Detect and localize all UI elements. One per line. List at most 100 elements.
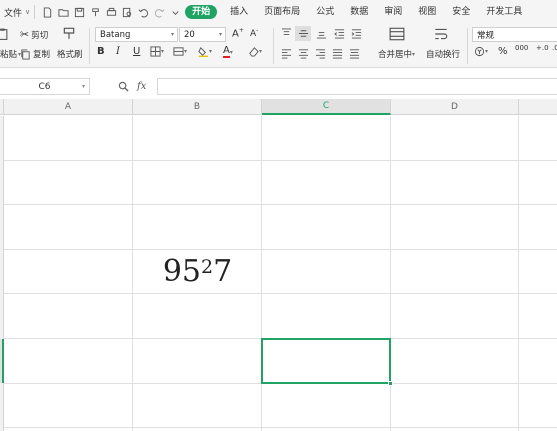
gridline xyxy=(4,160,557,161)
number-format-select[interactable]: 常规 xyxy=(472,27,557,42)
cell-b5[interactable]: 95 2 7 xyxy=(134,249,261,293)
cell-b5-base: 95 xyxy=(162,253,201,289)
name-box[interactable]: C6 ▾ xyxy=(0,78,90,95)
tab-data[interactable]: 数据 xyxy=(342,0,376,24)
customize-icon[interactable] xyxy=(168,4,183,20)
menu-bar: 文件 ∨ 开始 插入 页面布局 公式 数据 审阅 视图 安全 开发工具 xyxy=(0,0,557,24)
save-icon[interactable] xyxy=(72,4,87,20)
thousands-separator-button[interactable]: 000 xyxy=(515,44,528,52)
formula-input[interactable] xyxy=(157,78,557,95)
decrease-font-size-icon[interactable]: A- xyxy=(250,27,258,39)
tab-home[interactable]: 开始 xyxy=(185,5,218,19)
bold-button[interactable]: B xyxy=(97,46,105,57)
file-menu[interactable]: 文件 ∨ xyxy=(0,0,30,24)
chevron-down-icon: ▾ xyxy=(412,50,416,58)
chevron-down-icon: ▾ xyxy=(161,48,165,55)
format-painter-button[interactable] xyxy=(62,26,76,40)
formula-tools: fx xyxy=(118,78,146,95)
underline-button[interactable]: U xyxy=(133,46,140,57)
indent-increase-button[interactable] xyxy=(351,28,362,39)
copy-button[interactable]: 复制 xyxy=(20,48,50,60)
tab-security[interactable]: 安全 xyxy=(444,0,478,24)
align-bottom-button[interactable] xyxy=(316,28,327,39)
tab-page-layout[interactable]: 页面布局 xyxy=(256,0,308,24)
quick-access-toolbar xyxy=(39,0,183,24)
fill-color-button[interactable]: ▾ xyxy=(198,46,212,57)
copy-label: 复制 xyxy=(33,50,51,60)
scissors-icon: ✂ xyxy=(20,28,30,41)
italic-button[interactable]: I xyxy=(116,46,120,57)
merge-center-icon-button[interactable] xyxy=(389,26,405,42)
cell-style-button[interactable]: ▾ xyxy=(173,46,187,57)
justify-button[interactable] xyxy=(332,48,343,59)
align-right-button[interactable] xyxy=(315,48,326,59)
column-headers: A B C D xyxy=(0,99,557,115)
currency-icon xyxy=(474,46,485,57)
tab-view[interactable]: 视图 xyxy=(410,0,444,24)
font-color-icon: A xyxy=(223,45,230,58)
print-preview-icon[interactable] xyxy=(120,4,135,20)
new-file-icon[interactable] xyxy=(40,4,55,20)
border-button[interactable]: ▾ xyxy=(150,46,164,57)
align-left-button[interactable] xyxy=(281,48,292,59)
format-painter-label: 格式刷 xyxy=(57,50,83,60)
distributed-button[interactable] xyxy=(349,48,360,59)
tab-insert[interactable]: 插入 xyxy=(222,0,256,24)
paste-button[interactable] xyxy=(0,27,9,41)
font-color-button[interactable]: A ▾ xyxy=(223,46,233,58)
column-header-d[interactable]: D xyxy=(391,99,519,115)
merge-center-button[interactable]: 合并居中 ▾ xyxy=(378,48,415,60)
align-bottom-icon xyxy=(316,32,327,39)
divider xyxy=(34,5,36,19)
font-size-select[interactable]: 20 ▾ xyxy=(179,27,226,42)
align-top-icon xyxy=(281,28,292,35)
align-middle-button[interactable] xyxy=(295,26,311,41)
active-cell-c6[interactable] xyxy=(261,338,393,386)
column-header-e[interactable] xyxy=(519,99,557,115)
merge-center-label: 合并居中 xyxy=(378,50,413,60)
column-header-b[interactable]: B xyxy=(133,99,262,115)
indent-decrease-icon xyxy=(334,29,345,39)
paste-label-button[interactable]: 粘贴 ▾ xyxy=(0,48,21,60)
zoom-search-icon[interactable] xyxy=(118,81,129,92)
chevron-down-icon: ▾ xyxy=(81,83,85,90)
tab-review[interactable]: 审阅 xyxy=(376,0,410,24)
cut-button[interactable]: ✂ 剪切 xyxy=(20,28,48,41)
align-center-button[interactable] xyxy=(298,48,309,59)
column-header-c[interactable]: C xyxy=(262,99,391,115)
fill-handle[interactable] xyxy=(388,381,393,386)
redo-icon[interactable] xyxy=(152,4,167,20)
wrap-text-icon-button[interactable] xyxy=(433,26,449,42)
cell-b5-tail: 7 xyxy=(213,253,233,289)
chevron-down-icon: ▾ xyxy=(184,48,188,55)
font-name-select[interactable]: Batang ▾ xyxy=(95,27,178,42)
tab-formulas[interactable]: 公式 xyxy=(308,0,342,24)
wrap-text-icon xyxy=(435,28,448,40)
increase-font-size-icon[interactable]: A+ xyxy=(232,27,244,39)
format-painter-icon[interactable] xyxy=(88,4,103,20)
cell-style-icon xyxy=(173,47,184,56)
decrease-decimal-button[interactable]: .0 xyxy=(552,44,557,52)
wrap-text-button[interactable]: 自动换行 xyxy=(426,48,460,60)
gridline xyxy=(4,427,557,428)
chevron-down-icon: ▾ xyxy=(170,31,174,38)
clear-button[interactable]: ▾ xyxy=(248,46,262,57)
percent-button[interactable]: % xyxy=(498,46,508,57)
currency-button[interactable]: ▾ xyxy=(474,46,488,57)
align-top-button[interactable] xyxy=(281,28,292,39)
indent-decrease-button[interactable] xyxy=(334,28,345,39)
undo-icon[interactable] xyxy=(136,4,151,20)
divider xyxy=(89,28,90,64)
column-header-a[interactable]: A xyxy=(4,99,133,115)
eraser-icon xyxy=(249,47,259,57)
wrap-text-label: 自动换行 xyxy=(426,50,461,60)
insert-function-button[interactable]: fx xyxy=(137,81,146,92)
gridline xyxy=(4,204,557,205)
border-icon xyxy=(150,46,161,57)
increase-decimal-button[interactable]: +.0 xyxy=(536,44,549,52)
tab-developer[interactable]: 开发工具 xyxy=(478,0,530,24)
name-box-value: C6 xyxy=(38,81,51,92)
chevron-down-icon: ▾ xyxy=(209,48,213,55)
open-folder-icon[interactable] xyxy=(56,4,71,20)
print-icon[interactable] xyxy=(104,4,119,20)
